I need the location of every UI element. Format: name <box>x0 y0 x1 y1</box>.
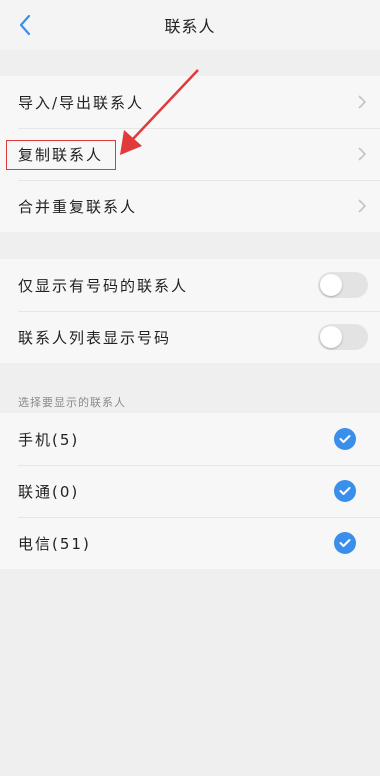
chevron-left-icon <box>19 14 31 36</box>
account-label: 手机(5) <box>18 430 80 449</box>
chevron-right-icon <box>358 199 367 213</box>
only-with-number-label: 仅显示有号码的联系人 <box>18 276 189 295</box>
section-label: 选择要显示的联系人 <box>18 396 126 409</box>
account-selection-group: 手机(5) 联通(0) 电信(51) <box>0 413 380 569</box>
show-number-in-list-item: 联系人列表显示号码 <box>0 311 380 363</box>
account-item-unicom[interactable]: 联通(0) <box>0 465 380 517</box>
checkmark-icon[interactable] <box>334 532 356 554</box>
only-with-number-item: 仅显示有号码的联系人 <box>0 259 380 311</box>
account-item-telecom[interactable]: 电信(51) <box>0 517 380 569</box>
toggle-knob <box>320 274 342 296</box>
chevron-right-icon <box>358 95 367 109</box>
checkmark-icon[interactable] <box>334 428 356 450</box>
only-with-number-toggle[interactable] <box>318 272 368 298</box>
account-item-phone[interactable]: 手机(5) <box>0 413 380 465</box>
page-title: 联系人 <box>164 17 216 36</box>
show-number-label: 联系人列表显示号码 <box>18 328 172 347</box>
checkmark-icon[interactable] <box>334 480 356 502</box>
merge-duplicate-contacts-item[interactable]: 合并重复联系人 <box>0 180 380 232</box>
highlight-box <box>6 140 116 170</box>
nav-bar: 联系人 <box>0 0 380 50</box>
import-export-label: 导入/导出联系人 <box>18 93 145 112</box>
back-button[interactable] <box>12 12 38 38</box>
display-settings-group: 仅显示有号码的联系人 联系人列表显示号码 <box>0 259 380 363</box>
show-number-toggle[interactable] <box>318 324 368 350</box>
account-label: 联通(0) <box>18 482 80 501</box>
toggle-knob <box>320 326 342 348</box>
import-export-contacts-item[interactable]: 导入/导出联系人 <box>0 76 380 128</box>
account-label: 电信(51) <box>18 534 91 553</box>
merge-duplicates-label: 合并重复联系人 <box>18 197 138 216</box>
chevron-right-icon <box>358 147 367 161</box>
